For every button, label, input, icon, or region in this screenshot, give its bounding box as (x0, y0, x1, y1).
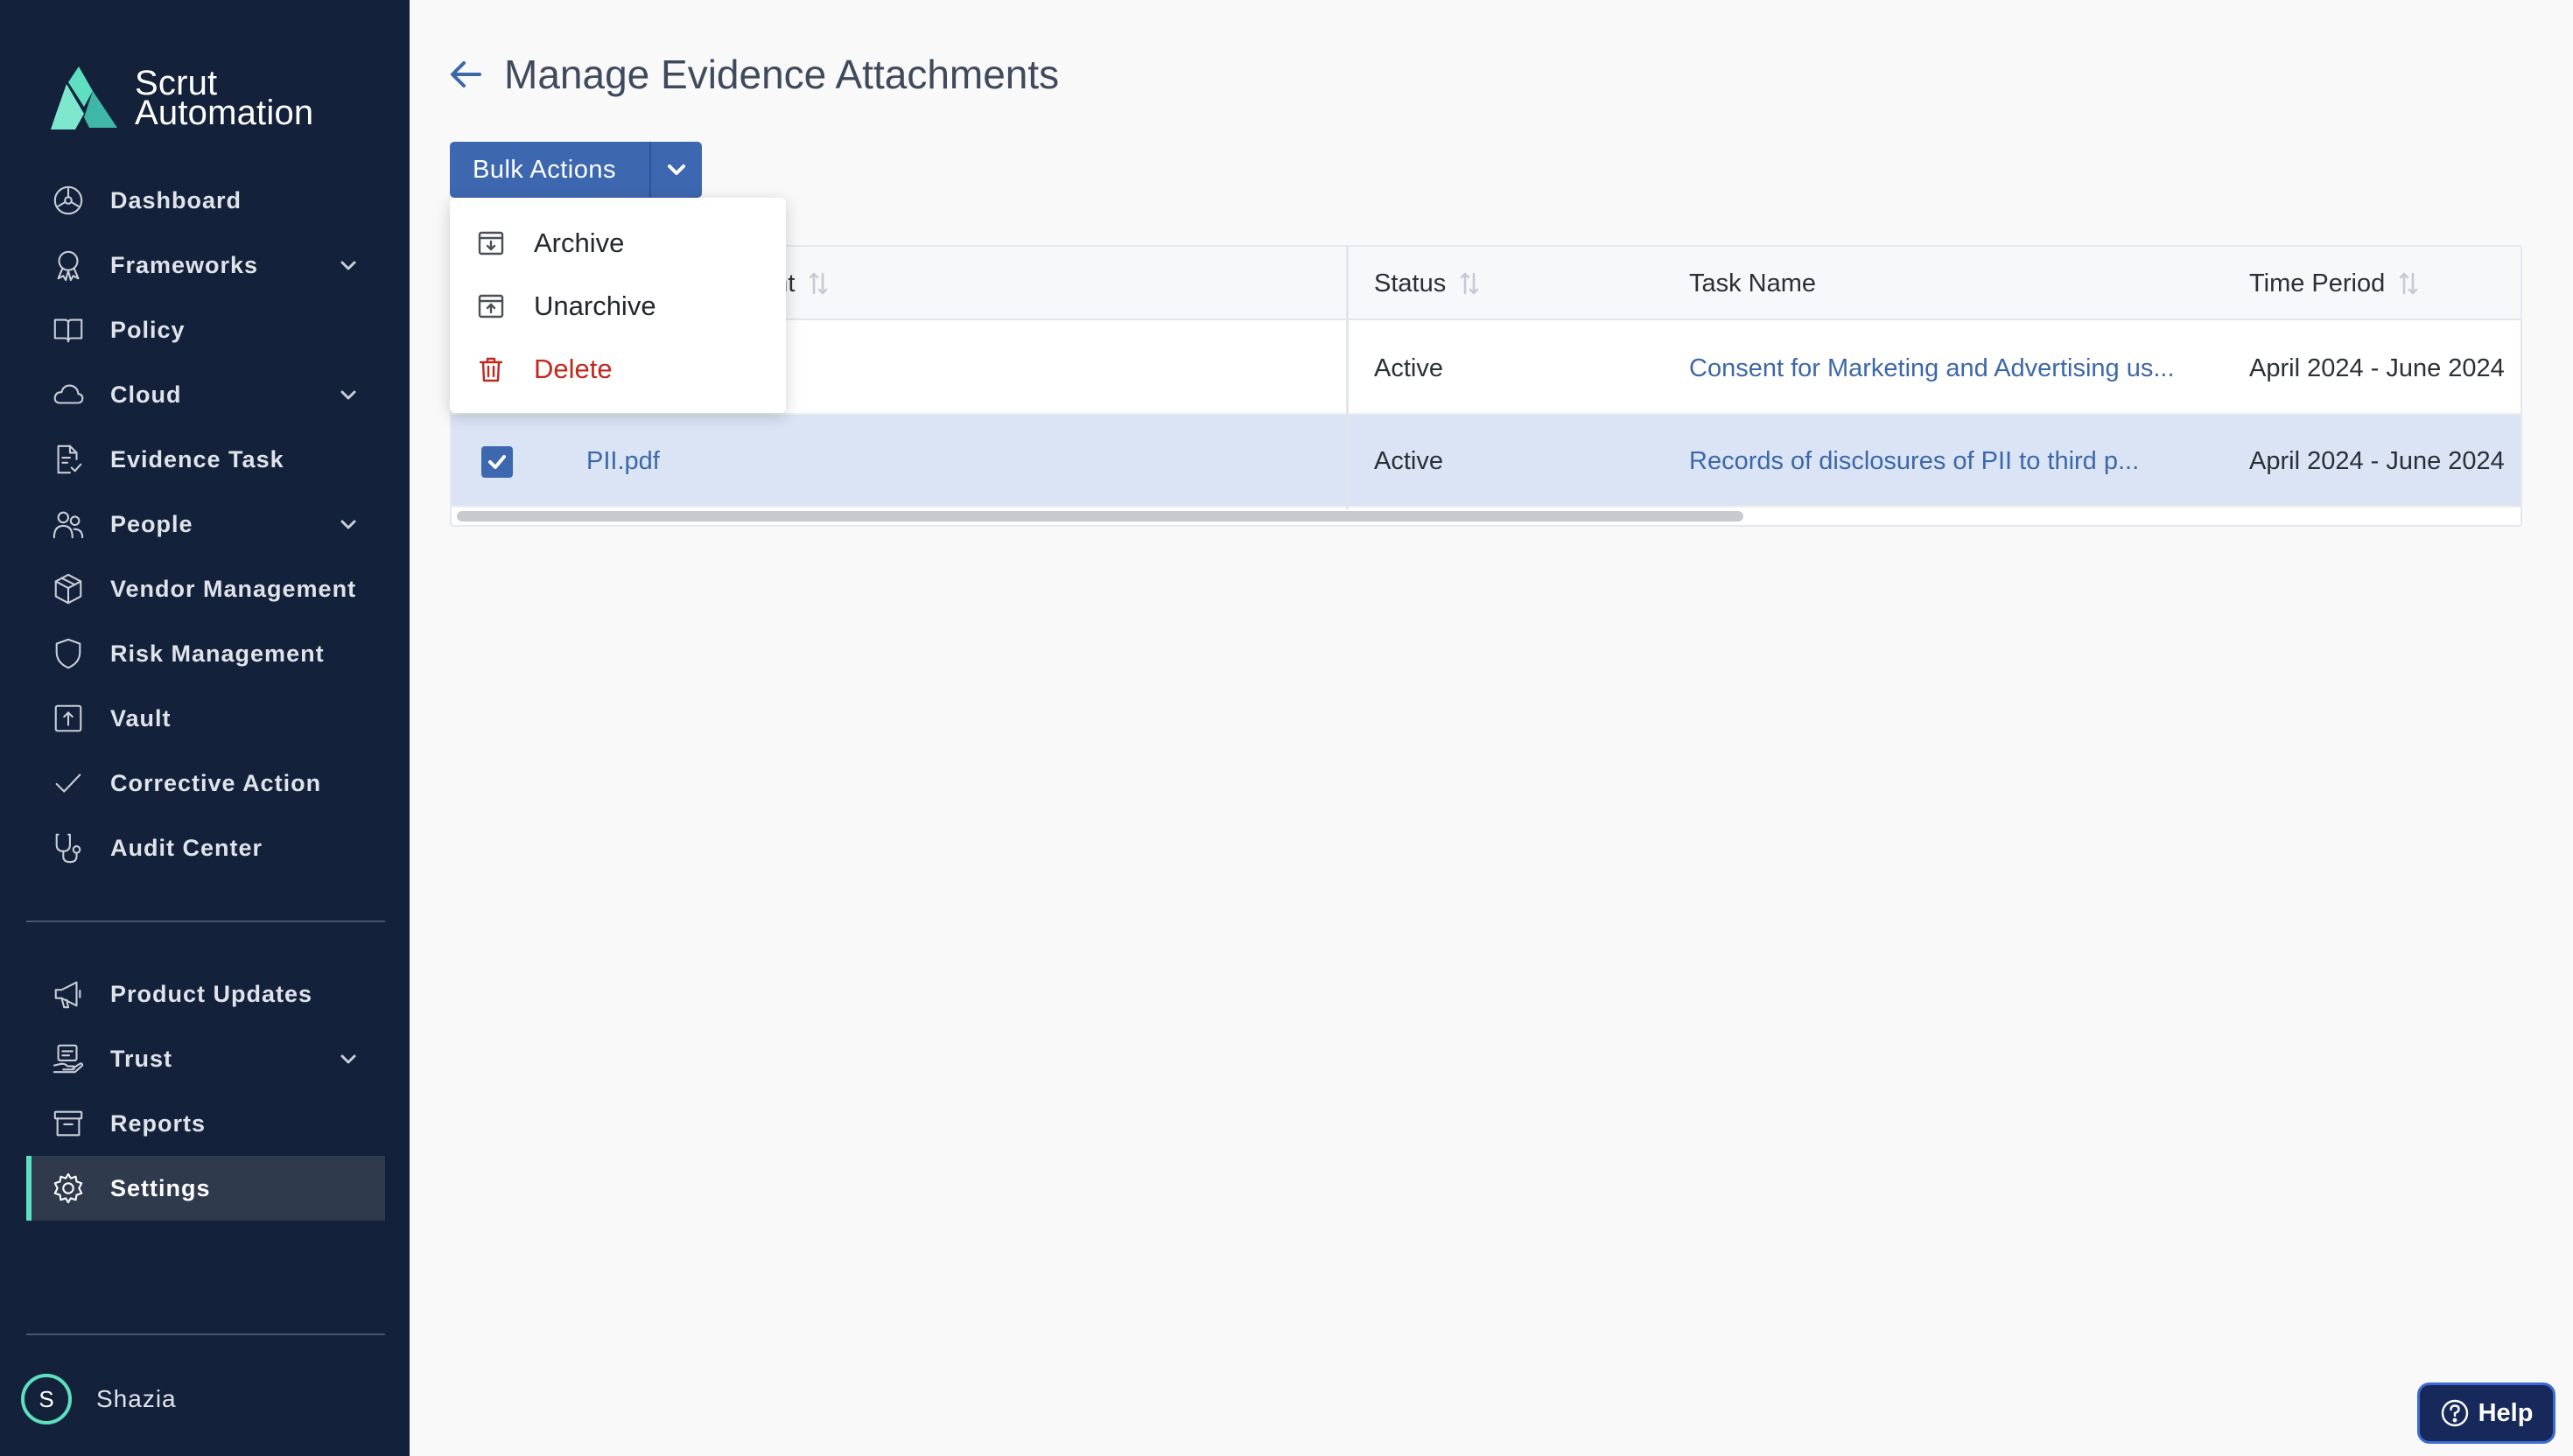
bulk-actions-label: Bulk Actions (473, 155, 616, 184)
sidebar-item-trust[interactable]: Trust (26, 1026, 385, 1091)
chevron-down-icon[interactable] (338, 1048, 359, 1069)
sidebar-item-vendor-management[interactable]: Vendor Management (26, 556, 385, 621)
scrut-logo[interactable]: Scrut Automation (49, 65, 313, 131)
sidebar-item-label: Settings (110, 1174, 211, 1201)
sidebar-item-label: Reports (110, 1110, 207, 1137)
sidebar-item-label: Cloud (110, 381, 182, 408)
sidebar-item-risk-management[interactable]: Risk Management (26, 621, 385, 686)
vault-icon (51, 701, 86, 736)
menu-item-label: Delete (534, 354, 613, 384)
help-label: Help (2478, 1398, 2534, 1427)
column-divider (1346, 247, 1349, 509)
sidebar-item-label: Policy (110, 316, 186, 343)
sidebar-item-label: Trust (110, 1045, 173, 1072)
chevron-down-icon[interactable] (338, 255, 359, 276)
sort-icon[interactable] (807, 270, 830, 297)
sidebar-item-label: Vendor Management (110, 575, 357, 602)
avatar[interactable]: S (21, 1374, 72, 1424)
task-name-link[interactable]: Records of disclosures of PII to third p… (1689, 415, 2139, 508)
people-icon (51, 507, 86, 542)
user-name: Shazia (96, 1385, 177, 1412)
time-period-cell: April 2024 - June 2024 (2249, 354, 2505, 382)
sidebar-bottom-nav: Product Updates Trust Reports Settings (26, 962, 385, 1221)
sidebar-divider (26, 920, 385, 922)
sidebar-item-evidence-task[interactable]: Evidence Task (26, 427, 385, 492)
file-check-icon (51, 442, 86, 477)
chevron-down-icon[interactable] (651, 142, 702, 198)
sidebar-item-frameworks[interactable]: Frameworks (26, 233, 385, 298)
sidebar-item-people[interactable]: People (26, 492, 385, 556)
sidebar-item-label: Vault (110, 704, 172, 732)
gear-icon (51, 1171, 86, 1206)
dashboard-icon (51, 183, 86, 218)
sidebar-item-label: Evidence Task (110, 445, 284, 472)
sidebar-item-label: People (110, 510, 193, 537)
horizontal-scrollbar[interactable] (457, 511, 1743, 522)
shield-icon (51, 636, 86, 671)
sort-icon[interactable] (2397, 270, 2420, 297)
check-icon (51, 766, 86, 801)
row-checkbox[interactable] (481, 446, 513, 478)
status-cell: Active (1374, 354, 1443, 382)
sidebar-item-label: Product Updates (110, 980, 313, 1007)
sidebar-item-product-updates[interactable]: Product Updates (26, 962, 385, 1026)
column-header-status[interactable]: Status (1374, 247, 1481, 320)
sidebar-item-policy[interactable]: Policy (26, 298, 385, 362)
bulk-actions-button[interactable]: Bulk Actions (450, 142, 702, 198)
status-cell: Active (1374, 446, 1443, 475)
trust-icon (51, 1041, 86, 1076)
attachment-name-link[interactable]: PII.pdf (586, 415, 660, 508)
checkmark-icon (488, 455, 506, 469)
stethoscope-icon (51, 830, 86, 865)
scrut-logo-icon (51, 66, 117, 130)
back-arrow-icon[interactable] (448, 56, 485, 93)
sidebar-item-label: Corrective Action (110, 769, 322, 796)
sidebar-item-label: Audit Center (110, 834, 263, 861)
chevron-down-icon[interactable] (338, 384, 359, 405)
box-icon (51, 571, 86, 606)
sidebar: Scrut Automation Dashboard Frameworks Po… (0, 0, 410, 1456)
sidebar-item-audit-center[interactable]: Audit Center (26, 816, 385, 880)
task-name-link[interactable]: Consent for Marketing and Advertising us… (1689, 322, 2175, 415)
trash-icon (476, 354, 506, 384)
bulk-actions-menu: Archive Unarchive Delete (450, 198, 786, 413)
book-icon (51, 312, 86, 347)
logo-line-2: Automation (135, 94, 314, 132)
sidebar-item-dashboard[interactable]: Dashboard (26, 168, 385, 233)
sidebar-item-label: Risk Management (110, 640, 325, 667)
sidebar-item-settings[interactable]: Settings (26, 1156, 385, 1221)
archive-icon (51, 1106, 86, 1141)
sidebar-divider (26, 1334, 385, 1335)
column-header-task-name[interactable]: Task Name (1689, 247, 1816, 320)
column-header-time-period[interactable]: Time Period (2249, 247, 2420, 320)
sort-icon[interactable] (1458, 270, 1481, 297)
help-circle-icon (2440, 1398, 2470, 1428)
chevron-down-icon[interactable] (338, 514, 359, 535)
sidebar-nav: Dashboard Frameworks Policy Cloud Eviden… (26, 168, 385, 880)
help-button[interactable]: Help (2417, 1382, 2555, 1444)
menu-item-label: Archive (534, 228, 625, 258)
menu-item-label: Unarchive (534, 290, 656, 321)
cloud-icon (51, 377, 86, 412)
sidebar-item-vault[interactable]: Vault (26, 686, 385, 751)
sidebar-item-reports[interactable]: Reports (26, 1091, 385, 1156)
user-profile[interactable]: S Shazia (21, 1374, 177, 1424)
sidebar-item-label: Frameworks (110, 251, 259, 278)
menu-item-archive[interactable]: Archive (450, 212, 786, 275)
table-row[interactable]: PII.pdf Active Records of disclosures of… (452, 415, 2520, 508)
menu-item-delete[interactable]: Delete (450, 338, 786, 401)
sidebar-item-label: Dashboard (110, 186, 242, 214)
megaphone-icon (51, 976, 86, 1012)
sidebar-item-corrective-action[interactable]: Corrective Action (26, 751, 385, 816)
page-title: Manage Evidence Attachments (504, 52, 1060, 97)
award-icon (51, 248, 86, 283)
archive-box-down-icon (476, 228, 506, 258)
menu-item-unarchive[interactable]: Unarchive (450, 275, 786, 338)
archive-box-up-icon (476, 291, 506, 321)
sidebar-item-cloud[interactable]: Cloud (26, 362, 385, 427)
time-period-cell: April 2024 - June 2024 (2249, 446, 2505, 475)
